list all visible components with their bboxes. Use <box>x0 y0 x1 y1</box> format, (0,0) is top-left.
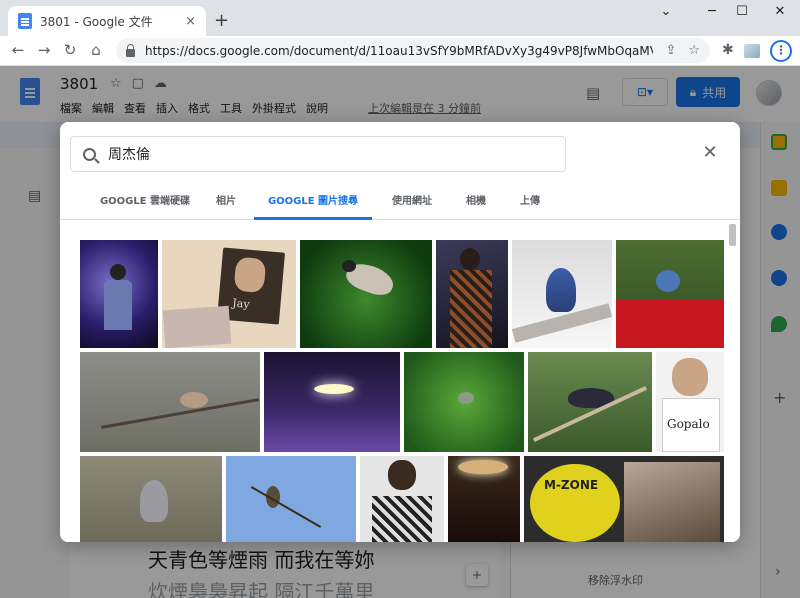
browser-toolbar: ← → ↻ ⌂ https://docs.google.com/document… <box>0 36 800 66</box>
close-icon[interactable]: ✕ <box>698 142 722 163</box>
person-head <box>388 460 416 490</box>
bird <box>140 480 168 522</box>
dialog-tabs: GOOGLE 雲端硬碟 相片 GOOGLE 圖片搜尋 使用網址 相機 上傳 <box>60 184 740 220</box>
image-results-grid: Jay Gopalo M-ZONE <box>78 238 726 542</box>
minimize-button[interactable]: ─ <box>700 4 724 19</box>
tab-close-icon[interactable]: × <box>185 14 196 29</box>
person-figure <box>104 280 132 330</box>
image-result[interactable] <box>264 352 400 452</box>
person-figure <box>450 270 492 348</box>
browser-tab[interactable]: 3801 - Google 文件 × <box>8 6 206 36</box>
image-result[interactable]: M-ZONE <box>524 456 724 542</box>
image-result[interactable] <box>528 352 652 452</box>
tab-upload[interactable]: 上傳 <box>508 184 552 220</box>
tab-google-drive[interactable]: GOOGLE 雲端硬碟 <box>86 184 204 220</box>
cd-label: M-ZONE <box>544 478 599 492</box>
jersey: Gopalo <box>662 398 720 452</box>
image-result[interactable] <box>300 240 432 348</box>
image-result[interactable]: Gopalo <box>656 352 724 452</box>
back-arrow-icon[interactable]: ← <box>8 41 28 59</box>
insert-image-dialog: ✕ GOOGLE 雲端硬碟 相片 GOOGLE 圖片搜尋 使用網址 相機 上傳 … <box>60 122 740 542</box>
extensions-puzzle-icon[interactable]: ✱ <box>722 42 734 58</box>
image-result[interactable] <box>512 240 612 348</box>
album-face <box>233 256 267 294</box>
red-sign <box>616 300 724 348</box>
tab-photos[interactable]: 相片 <box>204 184 248 220</box>
forward-arrow-icon[interactable]: → <box>34 41 54 59</box>
branch <box>250 486 322 528</box>
profile-extension-icon[interactable] <box>744 44 760 58</box>
image-result[interactable] <box>80 456 222 542</box>
tab-by-url[interactable]: 使用網址 <box>378 184 446 220</box>
url-text[interactable]: https://docs.google.com/document/d/11oau… <box>145 44 653 58</box>
image-result[interactable] <box>226 456 356 542</box>
reload-icon[interactable]: ↻ <box>60 41 80 59</box>
stage-lights <box>458 460 508 474</box>
lock-icon[interactable] <box>126 43 135 57</box>
image-result[interactable] <box>80 352 260 452</box>
image-result[interactable]: Jay <box>162 240 296 348</box>
bird <box>180 392 208 408</box>
cd-cover <box>624 462 720 542</box>
address-bar[interactable]: https://docs.google.com/document/d/11oau… <box>116 38 710 63</box>
tab-google-image-search[interactable]: GOOGLE 圖片搜尋 <box>254 184 372 220</box>
tab-title: 3801 - Google 文件 <box>40 14 153 29</box>
person-figure <box>110 264 126 280</box>
new-tab-button[interactable]: + <box>214 10 229 31</box>
person-figure <box>460 248 480 270</box>
image-result[interactable] <box>616 240 724 348</box>
magazine <box>162 305 232 348</box>
search-icon[interactable] <box>83 147 96 161</box>
search-input[interactable] <box>108 146 553 162</box>
image-result[interactable] <box>436 240 508 348</box>
stage-lights <box>314 384 354 394</box>
bird-head <box>342 260 356 272</box>
image-result[interactable] <box>80 240 158 348</box>
image-result[interactable] <box>448 456 520 542</box>
tab-camera[interactable]: 相機 <box>454 184 498 220</box>
person-body <box>372 496 432 542</box>
share-page-icon[interactable]: ⇪ <box>665 43 676 58</box>
browser-tabstrip: 3801 - Google 文件 × + ⌄ ─ ☐ ✕ <box>0 0 800 36</box>
cd-disc: M-ZONE <box>530 464 620 542</box>
image-result[interactable] <box>360 456 444 542</box>
bird <box>458 392 474 404</box>
tab-search-icon[interactable]: ⌄ <box>654 4 678 19</box>
scrollbar-thumb[interactable] <box>729 224 736 246</box>
results-scrollbar[interactable] <box>728 222 738 542</box>
image-result[interactable] <box>404 352 524 452</box>
bird <box>546 268 576 312</box>
bookmark-star-icon[interactable]: ☆ <box>688 43 700 58</box>
home-icon[interactable]: ⌂ <box>86 41 106 59</box>
image-search-box[interactable] <box>70 136 566 172</box>
person-face <box>672 358 708 396</box>
bird <box>656 270 680 292</box>
maximize-button[interactable]: ☐ <box>730 4 754 19</box>
jersey-text: Gopalo <box>667 417 710 431</box>
close-window-button[interactable]: ✕ <box>768 4 792 19</box>
chrome-menu-icon[interactable]: ⋮ <box>770 40 792 62</box>
album-text: Jay <box>231 296 251 311</box>
docs-favicon-icon <box>18 13 32 29</box>
